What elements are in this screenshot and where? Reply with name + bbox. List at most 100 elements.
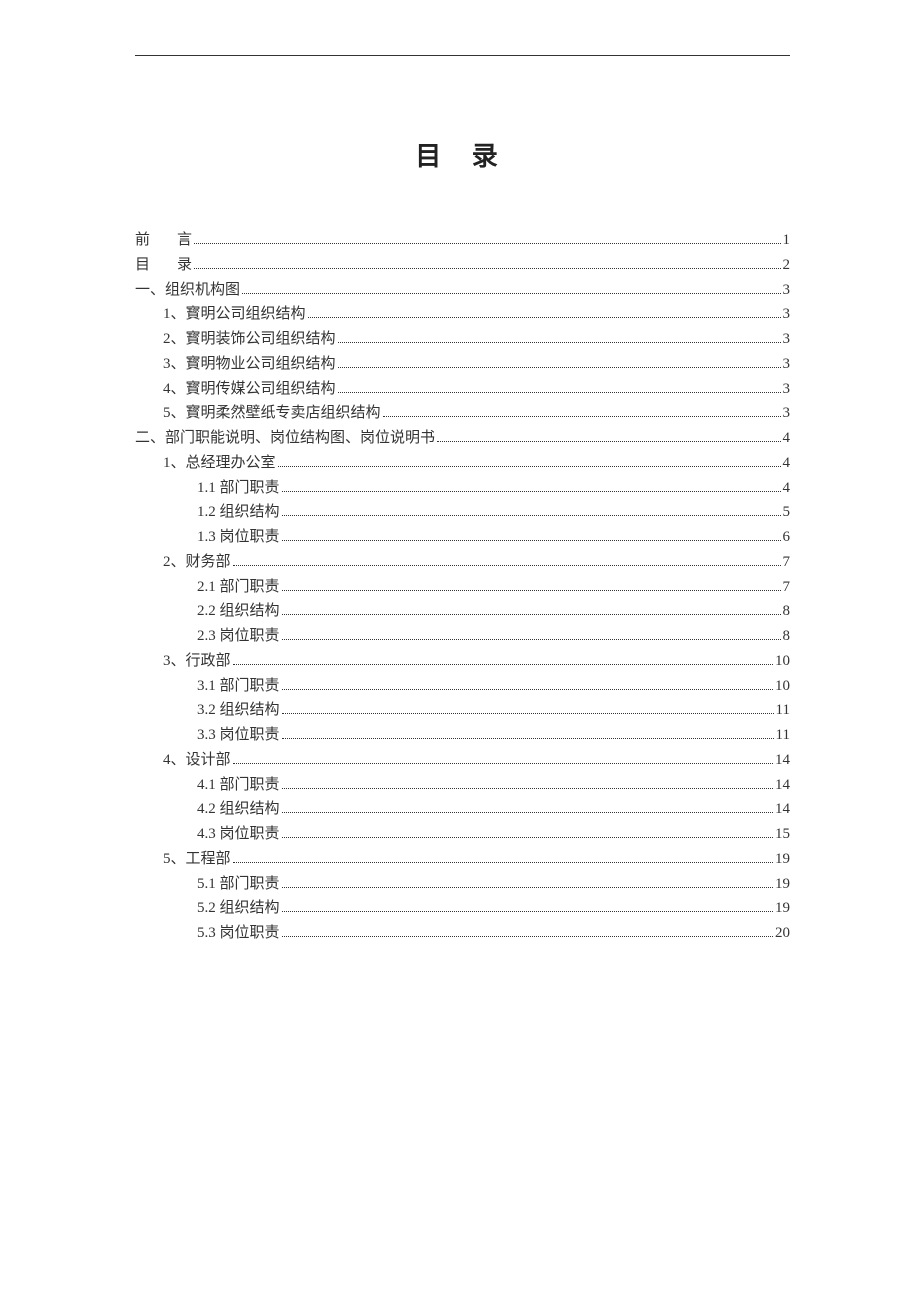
toc-entry: 二、部门职能说明、岗位结构图、岗位说明书 4 — [135, 426, 790, 451]
table-of-contents: 前言1目录2一、组织机构图31、寳明公司组织结构32、寳明装饰公司组织结构33、… — [135, 228, 790, 946]
toc-entry: 1.2 组织结构5 — [135, 500, 790, 525]
toc-label: 5、工程部 — [163, 847, 231, 872]
toc-leader-dots — [233, 862, 773, 863]
toc-page-number: 3 — [783, 352, 791, 377]
toc-label: 二、部门职能说明、岗位结构图、岗位说明书 — [135, 426, 435, 451]
toc-leader-dots — [282, 590, 781, 591]
toc-page-number: 4 — [783, 451, 791, 476]
toc-entry: 一、组织机构图 3 — [135, 278, 790, 303]
toc-label: 4.2 组织结构 — [197, 797, 280, 822]
toc-page-number: 10 — [775, 674, 790, 699]
toc-leader-dots — [282, 788, 773, 789]
toc-leader-dots — [308, 317, 781, 318]
toc-label: 2.3 岗位职责 — [197, 624, 280, 649]
header-rule — [135, 55, 790, 56]
toc-entry: 2、财务部 7 — [135, 550, 790, 575]
toc-leader-dots — [282, 936, 773, 937]
toc-label: 3.3 岗位职责 — [197, 723, 280, 748]
toc-leader-dots — [338, 392, 781, 393]
toc-leader-dots — [437, 441, 780, 442]
toc-entry: 5.3 岗位职责20 — [135, 921, 790, 946]
toc-leader-dots — [242, 293, 780, 294]
toc-entry: 4、设计部14 — [135, 748, 790, 773]
toc-entry: 3.1 部门职责10 — [135, 674, 790, 699]
toc-label: 4.3 岗位职责 — [197, 822, 280, 847]
toc-entry: 4.3 岗位职责15 — [135, 822, 790, 847]
toc-label: 4、寳明传媒公司组织结构 — [163, 377, 336, 402]
toc-leader-dots — [194, 243, 780, 244]
toc-entry: 5.1 部门职责19 — [135, 872, 790, 897]
toc-entry: 前言1 — [135, 228, 790, 253]
toc-label: 5.1 部门职责 — [197, 872, 280, 897]
toc-label: 1.1 部门职责 — [197, 476, 280, 501]
toc-page-number: 10 — [775, 649, 790, 674]
toc-leader-dots — [233, 664, 773, 665]
toc-page-number: 3 — [783, 327, 791, 352]
toc-leader-dots — [282, 689, 773, 690]
toc-leader-dots — [282, 713, 774, 714]
toc-page-number: 3 — [783, 401, 791, 426]
toc-label: 1.3 岗位职责 — [197, 525, 280, 550]
toc-leader-dots — [282, 911, 773, 912]
toc-entry: 3、寳明物业公司组织结构 3 — [135, 352, 790, 377]
toc-label: 目录 — [135, 253, 192, 278]
toc-page-number: 3 — [783, 278, 791, 303]
toc-leader-dots — [282, 515, 781, 516]
toc-leader-dots — [194, 268, 780, 269]
page-title: 目 录 — [135, 136, 790, 173]
toc-entry: 1.3 岗位职责 6 — [135, 525, 790, 550]
toc-leader-dots — [282, 639, 781, 640]
toc-page-number: 19 — [775, 847, 790, 872]
toc-leader-dots — [338, 342, 781, 343]
toc-entry: 目录 2 — [135, 253, 790, 278]
toc-entry: 4.2 组织结构14 — [135, 797, 790, 822]
toc-label: 2.2 组织结构 — [197, 599, 280, 624]
toc-page-number: 1 — [783, 228, 791, 253]
toc-entry: 1.1 部门职责4 — [135, 476, 790, 501]
toc-page-number: 6 — [783, 525, 791, 550]
toc-page-number: 14 — [775, 748, 790, 773]
toc-page-number: 8 — [783, 599, 791, 624]
toc-leader-dots — [278, 466, 781, 467]
toc-leader-dots — [383, 416, 781, 417]
toc-label: 3.2 组织结构 — [197, 698, 280, 723]
toc-page-number: 7 — [783, 575, 791, 600]
toc-entry: 4.1 部门职责 14 — [135, 773, 790, 798]
toc-label: 一、组织机构图 — [135, 278, 240, 303]
toc-entry: 1、寳明公司组织结构 3 — [135, 302, 790, 327]
toc-label: 1、寳明公司组织结构 — [163, 302, 306, 327]
toc-entry: 5.2 组织结构 19 — [135, 896, 790, 921]
toc-page-number: 5 — [783, 500, 791, 525]
toc-page-number: 8 — [783, 624, 791, 649]
toc-label: 3、行政部 — [163, 649, 231, 674]
toc-label: 2、寳明装饰公司组织结构 — [163, 327, 336, 352]
toc-entry: 3.2 组织结构 11 — [135, 698, 790, 723]
toc-label: 4.1 部门职责 — [197, 773, 280, 798]
toc-entry: 3、行政部 10 — [135, 649, 790, 674]
toc-page-number: 19 — [775, 896, 790, 921]
toc-label: 2.1 部门职责 — [197, 575, 280, 600]
toc-entry: 2、寳明装饰公司组织结构 3 — [135, 327, 790, 352]
toc-entry: 3.3 岗位职责 11 — [135, 723, 790, 748]
toc-page-number: 11 — [776, 698, 790, 723]
toc-label: 5.2 组织结构 — [197, 896, 280, 921]
toc-entry: 5、寳明柔然壁纸专卖店组织结构3 — [135, 401, 790, 426]
toc-leader-dots — [282, 540, 781, 541]
toc-page-number: 14 — [775, 773, 790, 798]
toc-page-number: 2 — [783, 253, 791, 278]
toc-entry: 1、总经理办公室 4 — [135, 451, 790, 476]
toc-label: 2、财务部 — [163, 550, 231, 575]
toc-label: 3、寳明物业公司组织结构 — [163, 352, 336, 377]
toc-label: 1、总经理办公室 — [163, 451, 276, 476]
toc-leader-dots — [282, 812, 773, 813]
document-page: 目 录 前言1目录2一、组织机构图31、寳明公司组织结构32、寳明装饰公司组织结… — [0, 0, 920, 946]
toc-entry: 2.2 组织结构 8 — [135, 599, 790, 624]
toc-page-number: 4 — [783, 426, 791, 451]
toc-leader-dots — [233, 565, 781, 566]
toc-page-number: 3 — [783, 302, 791, 327]
toc-entry: 4、寳明传媒公司组织结构3 — [135, 377, 790, 402]
toc-label: 5.3 岗位职责 — [197, 921, 280, 946]
toc-page-number: 7 — [783, 550, 791, 575]
toc-entry: 5、工程部 19 — [135, 847, 790, 872]
toc-page-number: 11 — [776, 723, 790, 748]
